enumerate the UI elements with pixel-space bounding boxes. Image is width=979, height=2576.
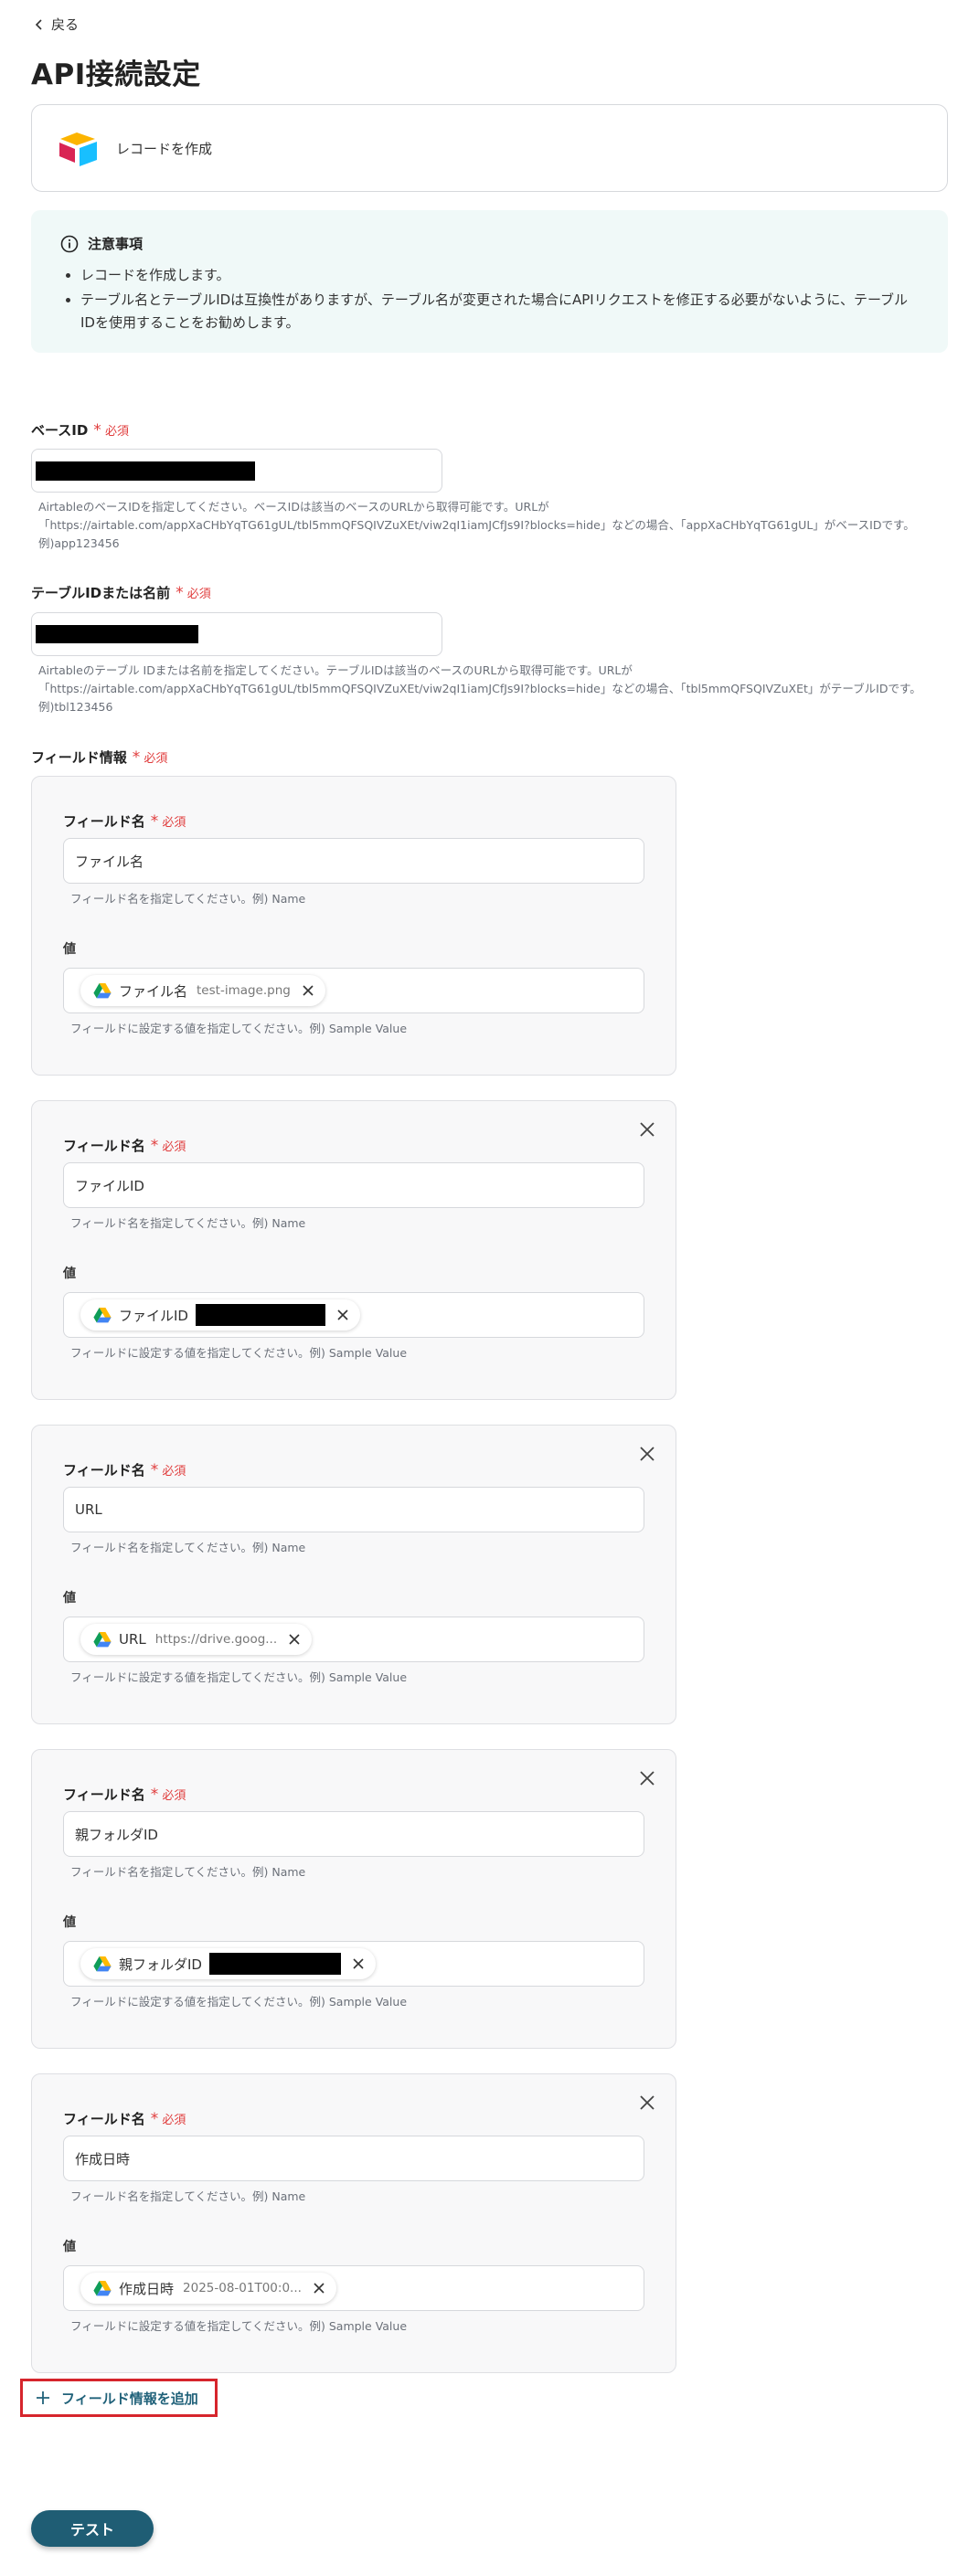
base-id-help: AirtableのベースIDを指定してください。ベースIDは該当のベースのURL…	[38, 500, 915, 550]
google-drive-icon	[93, 983, 112, 999]
remove-icon[interactable]	[352, 1957, 365, 1970]
chip-value: https://drive.goog...	[154, 1632, 278, 1647]
value-chip[interactable]: ファイルID	[80, 1299, 360, 1330]
app-action-card: レコードを作成	[31, 104, 948, 192]
airtable-logo-icon	[59, 133, 97, 166]
redacted-value	[36, 461, 255, 481]
value-input[interactable]: 親フォルダID	[63, 1941, 644, 1987]
google-drive-icon	[93, 1956, 112, 1972]
chip-label: 親フォルダID	[119, 1956, 202, 1973]
chip-label: 作成日時	[119, 2280, 175, 2297]
back-link[interactable]: 戻る	[35, 15, 79, 34]
field-name-label: フィールド名 * 必須	[63, 1786, 186, 1804]
remove-icon[interactable]	[313, 2282, 325, 2295]
field-card: フィールド名 * 必須 親フォルダID フィールド名を指定してください。例) Na…	[31, 1749, 676, 2049]
value-chip[interactable]: 親フォルダID	[80, 1948, 376, 1979]
field-name-help: フィールド名を指定してください。例) Name	[70, 1541, 306, 1554]
field-name-label: フィールド名 * 必須	[63, 812, 186, 831]
value-label: 値	[63, 942, 76, 957]
field-card: フィールド名 * 必須 ファイル名 フィールド名を指定してください。例) Name…	[31, 776, 676, 1076]
remove-icon[interactable]	[288, 1633, 301, 1646]
field-name-help: フィールド名を指定してください。例) Name	[70, 892, 306, 906]
field-name-label: フィールド名 * 必須	[63, 1137, 186, 1155]
value-input[interactable]: URL https://drive.goog...	[63, 1617, 644, 1662]
value-help: フィールドに設定する値を指定してください。例) Sample Value	[70, 1670, 408, 1684]
close-icon[interactable]	[637, 2093, 657, 2113]
chip-value: 2025-08-01T00:0...	[183, 2281, 302, 2295]
field-name-label: フィールド名 * 必須	[63, 1461, 186, 1479]
value-label: 値	[63, 2240, 76, 2254]
close-icon[interactable]	[637, 1119, 657, 1140]
field-name-help: フィールド名を指定してください。例) Name	[70, 1865, 306, 1879]
required-badge: * 必須	[176, 584, 211, 602]
value-help: フィールドに設定する値を指定してください。例) Sample Value	[70, 2319, 408, 2333]
base-id-label: ベースID * 必須	[31, 421, 129, 440]
value-input[interactable]: ファイル名 test-image.png	[63, 968, 644, 1013]
add-field-label: フィールド情報を追加	[61, 2390, 198, 2407]
google-drive-icon	[93, 1308, 112, 1323]
notice-item: テーブル名とテーブルIDは互換性がありますが、テーブル名が変更された場合にAPI…	[80, 289, 919, 334]
value-chip[interactable]: URL https://drive.goog...	[80, 1624, 313, 1655]
required-badge: * 必須	[132, 748, 168, 767]
table-id-label: テーブルIDまたは名前 * 必須	[31, 584, 211, 602]
field-card: フィールド名 * 必須 URL フィールド名を指定してください。例) Name 値…	[31, 1425, 676, 1724]
field-name-input[interactable]: ファイル名	[63, 838, 644, 884]
value-label: 値	[63, 1591, 76, 1606]
fields-section-label: フィールド情報 * 必須	[31, 748, 168, 767]
test-button[interactable]: テスト	[31, 2510, 154, 2547]
value-input[interactable]: ファイルID	[63, 1292, 644, 1338]
notice-title: 注意事項	[88, 236, 144, 252]
field-card: フィールド名 * 必須 作成日時 フィールド名を指定してください。例) Name …	[31, 2073, 676, 2373]
field-name-label: フィールド名 * 必須	[63, 2110, 186, 2128]
field-name-help: フィールド名を指定してください。例) Name	[70, 1216, 306, 1230]
value-help: フィールドに設定する値を指定してください。例) Sample Value	[70, 1346, 408, 1360]
field-card: フィールド名 * 必須 ファイルID フィールド名を指定してください。例) Nam…	[31, 1100, 676, 1400]
close-icon[interactable]	[637, 1768, 657, 1788]
value-chip[interactable]: 作成日時 2025-08-01T00:0...	[80, 2273, 336, 2304]
chip-value: test-image.png	[197, 983, 291, 998]
add-field-button[interactable]: フィールド情報を追加	[20, 2379, 218, 2417]
close-icon[interactable]	[637, 1444, 657, 1464]
table-id-help: Airtableのテーブル IDまたは名前を指定してください。テーブルIDは該当…	[38, 663, 921, 714]
notice-item: レコードを作成します。	[80, 264, 919, 287]
field-name-input[interactable]: 親フォルダID	[63, 1811, 644, 1857]
value-help: フィールドに設定する値を指定してください。例) Sample Value	[70, 1022, 408, 1035]
value-help: フィールドに設定する値を指定してください。例) Sample Value	[70, 1995, 408, 2009]
value-input[interactable]: 作成日時 2025-08-01T00:0...	[63, 2265, 644, 2311]
value-label: 値	[63, 1267, 76, 1281]
remove-icon[interactable]	[302, 984, 314, 997]
google-drive-icon	[93, 2281, 112, 2296]
redacted-value	[36, 625, 198, 643]
redacted-value	[208, 1953, 341, 1975]
chip-label: ファイルID	[119, 1307, 188, 1324]
back-label: 戻る	[51, 16, 80, 33]
page-title: API接続設定	[31, 58, 201, 91]
chevron-left-icon	[35, 18, 42, 30]
required-badge: * 必須	[93, 421, 129, 440]
remove-icon[interactable]	[336, 1309, 349, 1321]
value-label: 値	[63, 1915, 76, 1930]
table-id-input[interactable]	[31, 612, 442, 656]
base-id-input[interactable]	[31, 449, 442, 493]
google-drive-icon	[93, 1632, 112, 1648]
plus-icon	[37, 2391, 49, 2404]
field-name-input[interactable]: 作成日時	[63, 2136, 644, 2181]
redacted-value	[195, 1304, 325, 1326]
value-chip[interactable]: ファイル名 test-image.png	[80, 975, 325, 1006]
notice-box: 注意事項 レコードを作成します。 テーブル名とテーブルIDは互換性がありますが、…	[31, 210, 948, 353]
field-name-input[interactable]: ファイルID	[63, 1162, 644, 1208]
action-label: レコードを作成	[116, 140, 213, 157]
chip-label: ファイル名	[119, 982, 188, 1000]
info-icon	[60, 235, 79, 252]
chip-label: URL	[119, 1631, 146, 1648]
field-name-help: フィールド名を指定してください。例) Name	[70, 2189, 306, 2203]
field-name-input[interactable]: URL	[63, 1487, 644, 1532]
